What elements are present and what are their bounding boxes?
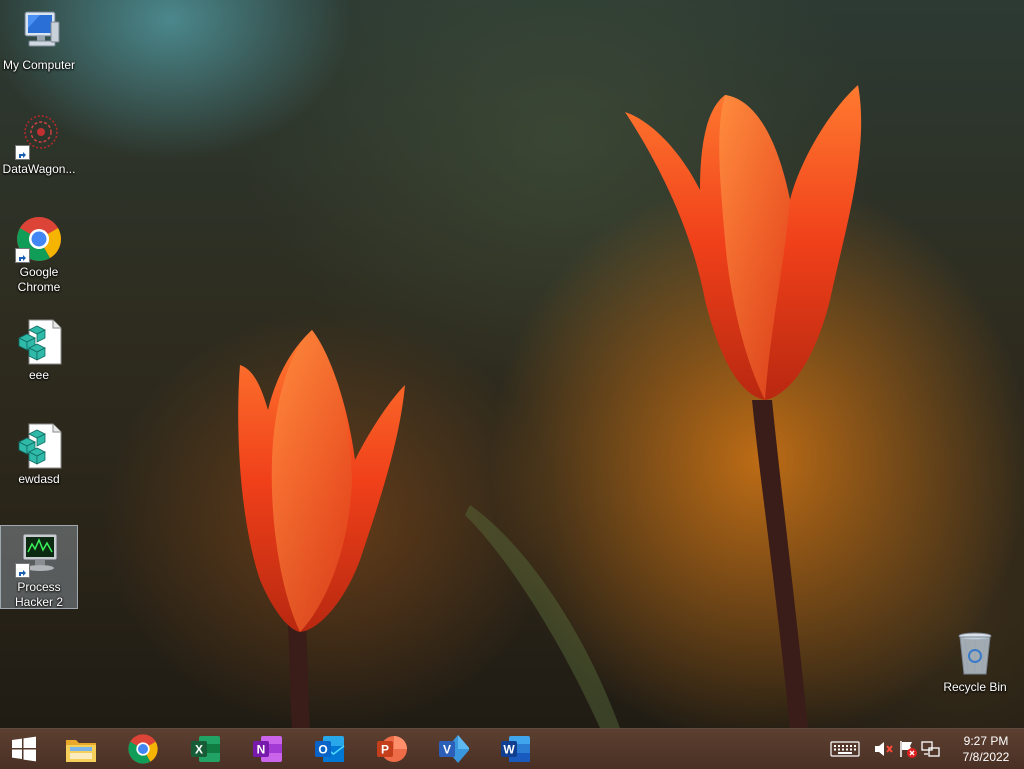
desktop-icon-label: DataWagon... <box>2 162 76 176</box>
desktop-icon-label: Google Chrome <box>17 265 61 294</box>
chrome-icon <box>15 215 63 263</box>
svg-text:V: V <box>443 743 451 757</box>
onenote-icon: N <box>253 736 282 762</box>
wallpaper-tulips <box>238 85 862 728</box>
desktop-icon-eee[interactable]: eee <box>1 318 77 383</box>
registry-file-icon <box>15 422 63 470</box>
outlook-icon: O <box>315 736 345 762</box>
svg-text:P: P <box>381 743 389 757</box>
registry-file-icon <box>15 318 63 366</box>
start-button[interactable] <box>0 731 48 767</box>
word-icon: W <box>501 736 530 762</box>
recycle-bin-icon <box>951 630 999 678</box>
shortcut-arrow-icon <box>15 145 30 160</box>
keyboard-icon[interactable] <box>830 739 860 759</box>
desktop-icon-google-chrome[interactable]: Google Chrome <box>1 215 77 295</box>
clock-date: 7/8/2022 <box>962 750 1010 764</box>
clock-time: 9:27 PM <box>963 734 1009 748</box>
process-hacker-icon <box>15 530 63 578</box>
taskbar-google-chrome[interactable] <box>117 731 169 767</box>
action-center-flag-icon[interactable] <box>897 739 919 759</box>
taskbar-excel[interactable]: X <box>179 731 231 767</box>
desktop-icon-process-hacker-2[interactable]: Process Hacker 2 <box>0 525 78 609</box>
file-explorer-icon <box>66 740 96 762</box>
shortcut-arrow-icon <box>15 563 30 578</box>
desktop-icon-label: Process Hacker 2 <box>14 580 64 609</box>
desktop-icon-ewdasd[interactable]: ewdasd <box>1 422 77 487</box>
taskbar-word[interactable]: W <box>489 731 541 767</box>
taskbar-visio[interactable]: V <box>427 731 479 767</box>
taskbar: X N O P V W 9:27 PM 7/8/2022 <box>0 728 1024 769</box>
excel-icon: X <box>191 736 220 762</box>
svg-text:X: X <box>195 743 203 757</box>
desktop-icon-label: ewdasd <box>18 472 60 486</box>
svg-text:W: W <box>503 743 515 757</box>
powerpoint-icon: P <box>377 736 407 762</box>
svg-text:O: O <box>318 743 327 757</box>
volume-muted-icon[interactable] <box>873 739 895 759</box>
windows-logo-icon <box>12 736 36 762</box>
chrome-icon <box>128 734 158 764</box>
datawagon-icon <box>15 112 63 160</box>
taskbar-outlook[interactable]: O <box>303 731 355 767</box>
network-icon[interactable] <box>920 739 942 759</box>
visio-icon: V <box>439 735 469 763</box>
desktop-icon-recycle-bin[interactable]: Recycle Bin <box>937 630 1013 695</box>
taskbar-onenote[interactable]: N <box>241 731 293 767</box>
desktop-icon-datawagon[interactable]: DataWagon... <box>1 112 77 177</box>
svg-text:N: N <box>257 743 266 757</box>
shortcut-arrow-icon <box>15 248 30 263</box>
my-computer-icon <box>15 8 63 56</box>
desktop-icon-label: Recycle Bin <box>943 680 1007 694</box>
taskbar-powerpoint[interactable]: P <box>365 731 417 767</box>
desktop-icon-label: My Computer <box>2 58 76 72</box>
desktop-background: My Computer DataWagon... Google Chrome e… <box>0 0 1024 728</box>
desktop-icon-label: eee <box>28 368 50 382</box>
desktop-icon-my-computer[interactable]: My Computer <box>1 8 77 73</box>
system-clock[interactable]: 9:27 PM 7/8/2022 <box>954 733 1018 765</box>
taskbar-file-explorer[interactable] <box>55 731 107 767</box>
